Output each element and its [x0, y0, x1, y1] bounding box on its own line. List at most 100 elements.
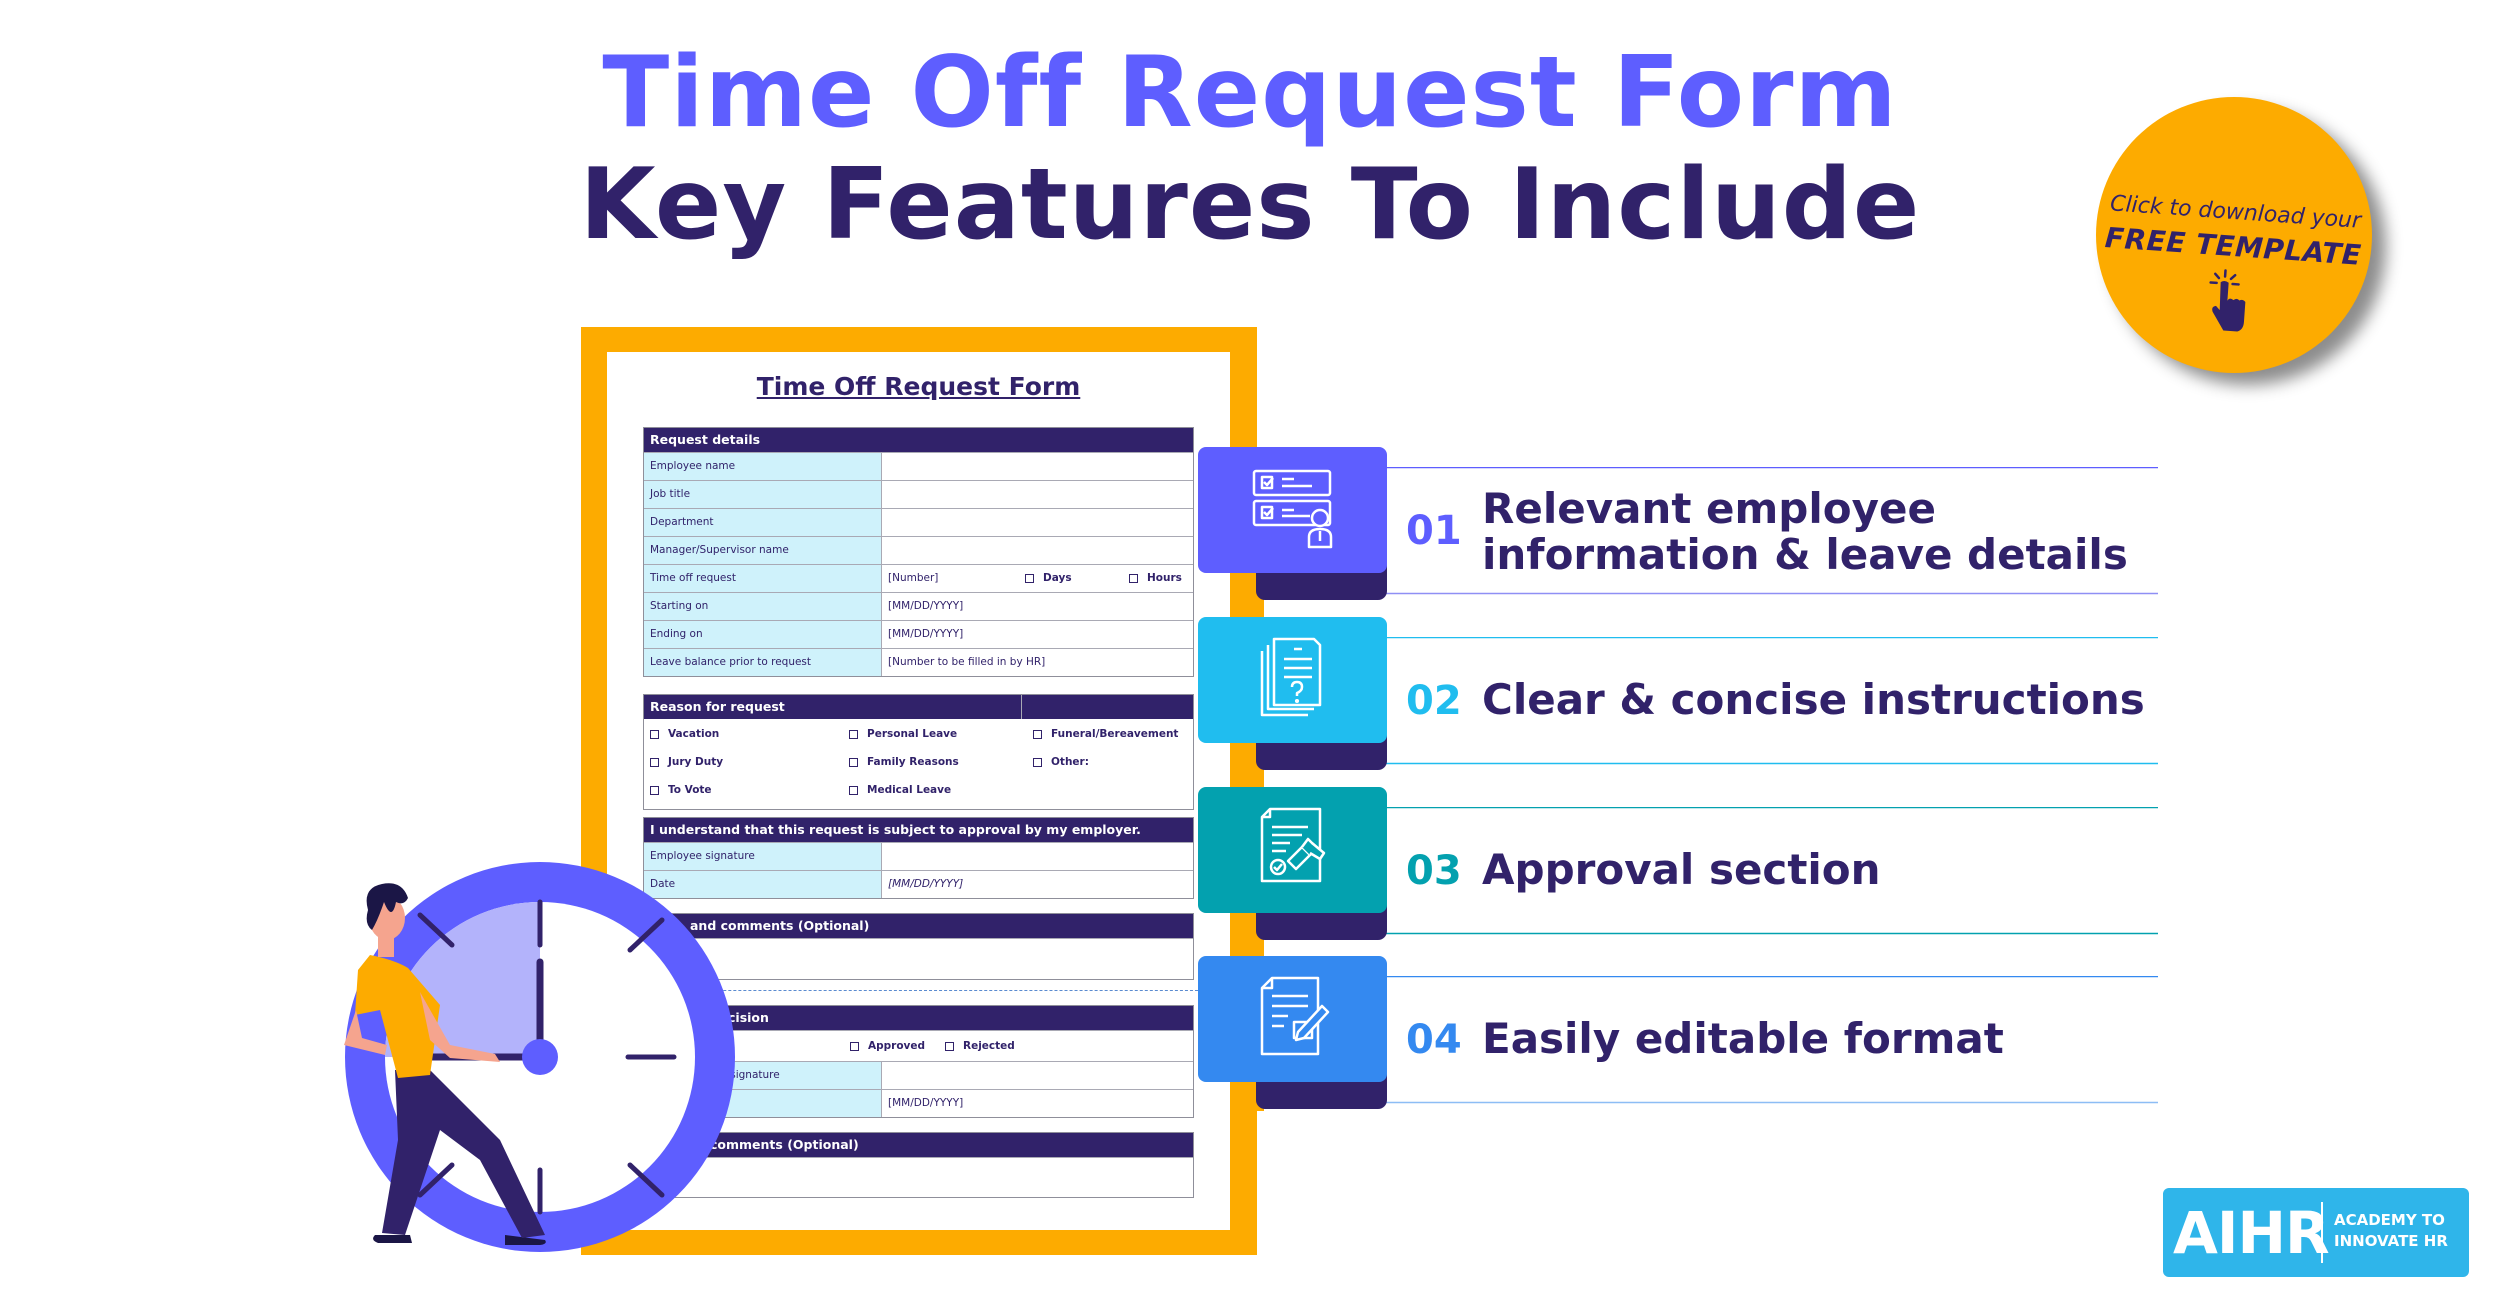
reason-option[interactable]: Jury Duty — [650, 751, 849, 779]
option-label: Jury Duty — [668, 756, 724, 768]
table-row: Employee name — [644, 452, 1193, 480]
reason-empty — [1033, 779, 1193, 807]
logo-tagline: ACADEMY TO INNOVATE HR — [2334, 1210, 2448, 1252]
reason-option[interactable]: Personal Leave — [849, 723, 1033, 751]
decision-date-field[interactable]: [MM/DD/YYYY] — [882, 1090, 1193, 1117]
reason-option[interactable]: To Vote — [650, 779, 849, 807]
feature-card-02: 02 Clear & concise instructions — [1198, 617, 2158, 787]
document-stamp-approval-icon — [1260, 807, 1326, 883]
checkbox[interactable] — [1033, 729, 1042, 739]
end-date-field[interactable]: [MM/DD/YYYY] — [882, 621, 1193, 648]
table-row: Ending on [MM/DD/YYYY] — [644, 620, 1193, 648]
feature-card-04: 04 Easily editable format — [1198, 956, 2158, 1111]
employee-name-field[interactable] — [882, 453, 1193, 480]
feature-title-line1: Easily editable format — [1482, 1014, 2004, 1063]
documents-question-icon — [1260, 637, 1322, 717]
feature-title-line2: information & leave details — [1482, 530, 2128, 579]
table-row: Department — [644, 508, 1193, 536]
row-label: Department — [644, 509, 882, 536]
table-row: Leave balance prior to request [Number to… — [644, 648, 1193, 676]
feature-title-line1: Clear & concise instructions — [1482, 675, 2145, 724]
approved-option[interactable]: Approved — [850, 1031, 925, 1061]
hours-label: Hours — [1147, 572, 1182, 584]
document-edit-pencil-icon — [1260, 976, 1330, 1056]
checkbox[interactable] — [849, 757, 858, 767]
reason-option[interactable]: Other: — [1033, 751, 1193, 779]
rejected-option[interactable]: Rejected — [945, 1031, 1015, 1061]
manager-name-field[interactable] — [882, 537, 1193, 564]
option-label: Family Reasons — [867, 756, 959, 768]
checkbox[interactable] — [650, 757, 659, 767]
feature-card-01: 01 Relevant employee information & leave… — [1198, 447, 2158, 617]
download-template-button[interactable]: Click to download your FREE TEMPLATE — [2096, 97, 2372, 373]
rejected-checkbox[interactable] — [945, 1041, 954, 1051]
row-label: Employee name — [644, 453, 882, 480]
feature-number: 03 — [1406, 848, 1462, 894]
reason-option[interactable]: Medical Leave — [849, 779, 1033, 807]
feature-icon-box — [1198, 447, 1387, 573]
table-row: Time off request [Number] Days Hours — [644, 564, 1193, 592]
option-label: Other: — [1051, 756, 1089, 768]
reason-option[interactable]: Family Reasons — [849, 751, 1033, 779]
checkbox[interactable] — [650, 785, 659, 795]
time-off-amount-value: [Number] — [888, 572, 939, 584]
acknowledgement-header: I understand that this request is subjec… — [644, 818, 1193, 842]
option-label: Personal Leave — [867, 728, 958, 740]
feature-number: 04 — [1406, 1017, 1462, 1063]
reason-options: Vacation Personal Leave Funeral/Bereavem… — [644, 719, 1193, 809]
request-details-header: Request details — [644, 428, 1193, 452]
logo-mark: AIHR — [2173, 1199, 2330, 1267]
rep-signature-field[interactable] — [882, 1062, 1193, 1089]
person-pulling-clock-illustration — [344, 862, 735, 1252]
feature-title-line1: Approval section — [1482, 845, 1881, 894]
row-label: Ending on — [644, 621, 882, 648]
reason-option[interactable]: Vacation — [650, 723, 849, 751]
option-label: Vacation — [668, 728, 720, 740]
time-off-amount-field[interactable]: [Number] Days Hours — [882, 565, 1193, 592]
logo-tagline-line1: ACADEMY TO — [2334, 1211, 2445, 1229]
option-label: Medical Leave — [867, 784, 952, 796]
employee-signature-field[interactable] — [882, 843, 1193, 870]
row-label: Starting on — [644, 593, 882, 620]
aihr-logo[interactable]: AIHR ACADEMY TO INNOVATE HR — [2163, 1188, 2469, 1277]
start-date-field[interactable]: [MM/DD/YYYY] — [882, 593, 1193, 620]
job-title-field[interactable] — [882, 481, 1193, 508]
row-label: Leave balance prior to request — [644, 649, 882, 676]
leave-balance-field[interactable]: [Number to be filled in by HR] — [882, 649, 1193, 676]
hours-option[interactable]: Hours — [1129, 565, 1182, 592]
checkbox[interactable] — [849, 729, 858, 739]
feature-number: 02 — [1406, 678, 1462, 724]
table-row: Job title — [644, 480, 1193, 508]
feature-title-line1: Relevant employee — [1482, 484, 1936, 533]
checkbox[interactable] — [650, 729, 659, 739]
feature-icon-box — [1198, 956, 1387, 1082]
header-divider — [1021, 695, 1022, 719]
days-option[interactable]: Days — [1025, 565, 1072, 592]
request-details-table: Request details Employee name Job title … — [643, 427, 1194, 677]
days-label: Days — [1043, 572, 1072, 584]
table-row: Starting on [MM/DD/YYYY] — [644, 592, 1193, 620]
option-label: To Vote — [668, 784, 712, 796]
pointer-hand-click-icon — [2209, 269, 2246, 332]
checkbox[interactable] — [849, 785, 858, 795]
reason-header-label: Reason for request — [650, 699, 785, 714]
reason-table: Reason for request Vacation Personal Lea… — [643, 694, 1194, 810]
checklist-employee-icon — [1252, 469, 1333, 549]
row-label: Time off request — [644, 565, 882, 592]
logo-separator — [2321, 1202, 2323, 1263]
days-checkbox[interactable] — [1025, 573, 1034, 583]
logo-tagline-line2: INNOVATE HR — [2334, 1232, 2448, 1250]
feature-icon-box — [1198, 787, 1387, 913]
signature-date-field[interactable]: [MM/DD/YYYY] — [882, 871, 1193, 898]
row-label: Manager/Supervisor name — [644, 537, 882, 564]
form-title: Time Off Request Form — [756, 372, 1081, 401]
reason-option[interactable]: Funeral/Bereavement — [1033, 723, 1193, 751]
department-field[interactable] — [882, 509, 1193, 536]
reason-header: Reason for request — [644, 695, 1193, 719]
checkbox[interactable] — [1033, 757, 1042, 767]
approved-label: Approved — [868, 1040, 926, 1052]
hours-checkbox[interactable] — [1129, 573, 1138, 583]
feature-number: 01 — [1406, 508, 1462, 554]
approved-checkbox[interactable] — [850, 1041, 859, 1051]
table-row: Manager/Supervisor name — [644, 536, 1193, 564]
